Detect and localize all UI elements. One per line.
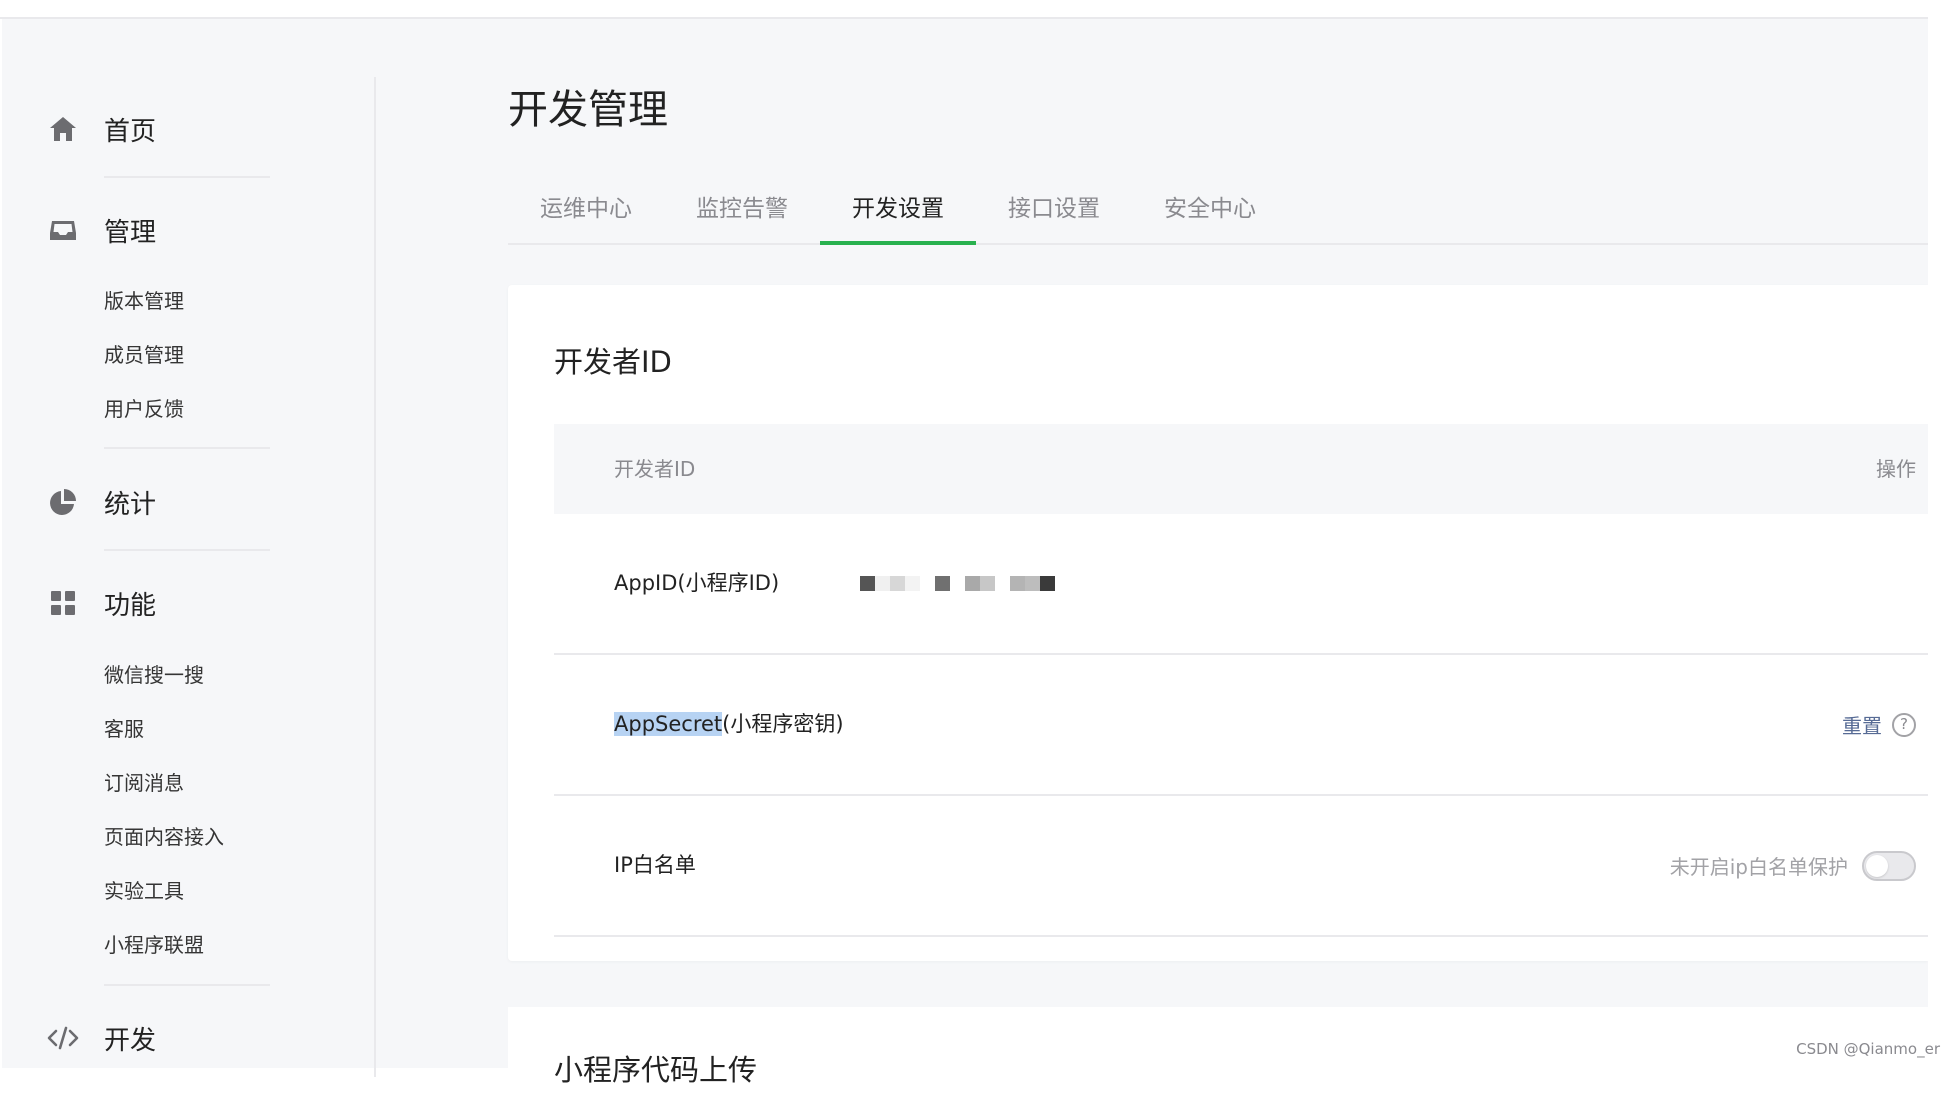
- sidebar-item-label: 开发: [104, 1025, 157, 1056]
- ip-whitelist-label: IP白名单: [614, 853, 696, 877]
- sidebar-border: [374, 77, 376, 1077]
- table-row-appsecret: AppSecret(小程序密钥) 重置 ?: [554, 655, 1928, 796]
- sidebar-subitem-version[interactable]: 版本管理: [104, 286, 184, 316]
- grid-icon: [46, 586, 80, 620]
- table-header: 开发者ID 操作: [554, 424, 1928, 514]
- tab-dev-settings[interactable]: 开发设置: [820, 169, 976, 245]
- window-top-strip: [0, 0, 1928, 19]
- sidebar-subitem-service[interactable]: 客服: [104, 714, 144, 744]
- sidebar-subitem-feedback[interactable]: 用户反馈: [104, 394, 184, 424]
- column-header-id: 开发者ID: [614, 457, 696, 481]
- developer-id-card: 开发者ID 开发者ID 操作 AppID(小程序ID) AppSecret(小程…: [508, 285, 1928, 961]
- sidebar-divider: [104, 549, 270, 551]
- card-title: 小程序代码上传: [554, 1053, 758, 1087]
- code-icon: [46, 1021, 80, 1055]
- inbox-icon: [46, 213, 80, 247]
- sidebar-divider: [104, 984, 270, 986]
- sidebar: 首页 管理 版本管理 成员管理 用户反馈 统计 功能 微信搜一搜 客服 订阅消息…: [2, 19, 374, 1068]
- appsecret-selected-text[interactable]: AppSecret: [614, 712, 723, 736]
- tab-api-settings[interactable]: 接口设置: [976, 169, 1132, 243]
- sidebar-divider: [104, 447, 270, 449]
- sidebar-item-label: 首页: [104, 116, 157, 147]
- column-header-action: 操作: [1876, 457, 1916, 481]
- appid-value-masked: [860, 576, 1055, 592]
- sidebar-item-label: 管理: [104, 217, 157, 248]
- tab-bar: 运维中心 监控告警 开发设置 接口设置 安全中心: [508, 169, 1928, 245]
- page-title: 开发管理: [508, 87, 668, 133]
- sidebar-item-features[interactable]: 功能: [2, 575, 302, 631]
- sidebar-item-dev[interactable]: 开发: [2, 1010, 302, 1066]
- sidebar-item-manage[interactable]: 管理: [2, 202, 302, 258]
- sidebar-subitem-subscribe[interactable]: 订阅消息: [104, 768, 184, 798]
- home-icon: [46, 112, 80, 146]
- tab-security-center[interactable]: 安全中心: [1132, 169, 1288, 243]
- sidebar-subitem-lab[interactable]: 实验工具: [104, 876, 184, 906]
- sidebar-subitem-content[interactable]: 页面内容接入: [104, 822, 224, 852]
- appid-label: AppID(小程序ID): [614, 571, 780, 595]
- code-upload-card: 小程序代码上传: [508, 1007, 1928, 1107]
- watermark: CSDN @Qianmo_er: [1792, 1040, 1944, 1058]
- appsecret-label: AppSecret(小程序密钥): [614, 655, 844, 794]
- help-icon[interactable]: ?: [1892, 712, 1916, 737]
- appsecret-label-suffix: (小程序密钥): [722, 712, 844, 736]
- tab-ops-center[interactable]: 运维中心: [508, 169, 664, 243]
- sidebar-subitem-alliance[interactable]: 小程序联盟: [104, 930, 204, 960]
- table-row-appid: AppID(小程序ID): [554, 514, 1928, 655]
- right-margin: [1928, 0, 1958, 1068]
- sidebar-item-stats[interactable]: 统计: [2, 474, 302, 530]
- ip-whitelist-actions: 未开启ip白名单保护: [1670, 796, 1916, 935]
- sidebar-divider: [104, 176, 270, 178]
- ip-whitelist-toggle[interactable]: [1862, 850, 1916, 881]
- sidebar-item-home[interactable]: 首页: [2, 101, 302, 157]
- pie-chart-icon: [46, 485, 80, 519]
- ip-whitelist-status: 未开启ip白名单保护: [1669, 855, 1848, 879]
- appsecret-actions: 重置 ?: [1842, 655, 1916, 794]
- sidebar-subitem-members[interactable]: 成员管理: [104, 340, 184, 370]
- sidebar-item-label: 功能: [104, 590, 157, 621]
- reset-button[interactable]: 重置: [1842, 710, 1882, 739]
- tab-monitor-alert[interactable]: 监控告警: [664, 169, 820, 243]
- sidebar-subitem-search[interactable]: 微信搜一搜: [104, 660, 204, 690]
- toggle-knob: [1866, 854, 1888, 877]
- app-frame: 首页 管理 版本管理 成员管理 用户反馈 统计 功能 微信搜一搜 客服 订阅消息…: [2, 19, 1928, 1107]
- card-title: 开发者ID: [554, 345, 672, 379]
- sidebar-item-label: 统计: [104, 489, 157, 520]
- table-row-ip-whitelist: IP白名单 未开启ip白名单保护: [554, 796, 1928, 937]
